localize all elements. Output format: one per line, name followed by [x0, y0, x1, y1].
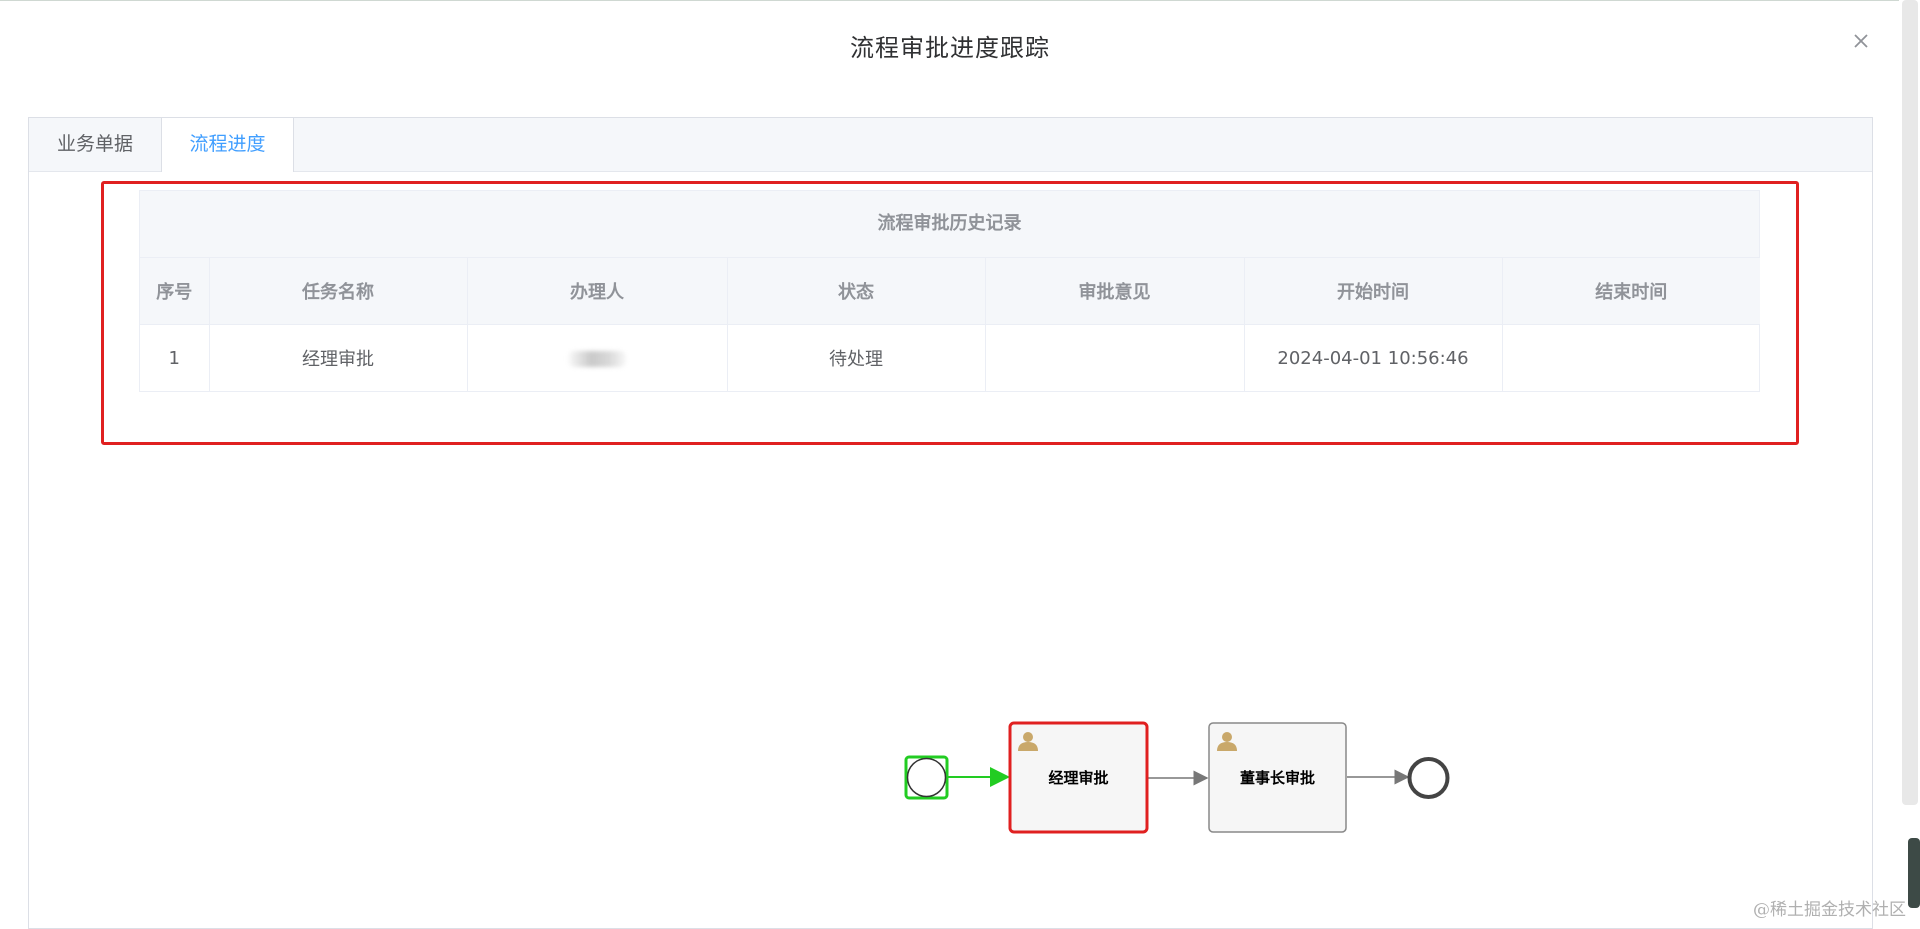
- dialog-title: 流程审批进度跟踪: [850, 34, 1050, 62]
- tab-process-progress[interactable]: 流程进度: [161, 118, 294, 172]
- scrollbar-thumb[interactable]: [1902, 0, 1918, 805]
- task-label-manager: 经理审批: [1048, 769, 1109, 787]
- window-top-edge: [0, 0, 1920, 1]
- close-icon[interactable]: [1846, 26, 1876, 56]
- task-label-chairman: 董事长审批: [1239, 769, 1315, 787]
- tabs-header: 业务单据 流程进度: [29, 118, 1872, 172]
- watermark: @稀土掘金技术社区: [1753, 900, 1906, 920]
- highlight-annotation-box: [101, 181, 1799, 445]
- tab-business-document[interactable]: 业务单据: [29, 118, 161, 171]
- scroll-widget: [1908, 838, 1920, 908]
